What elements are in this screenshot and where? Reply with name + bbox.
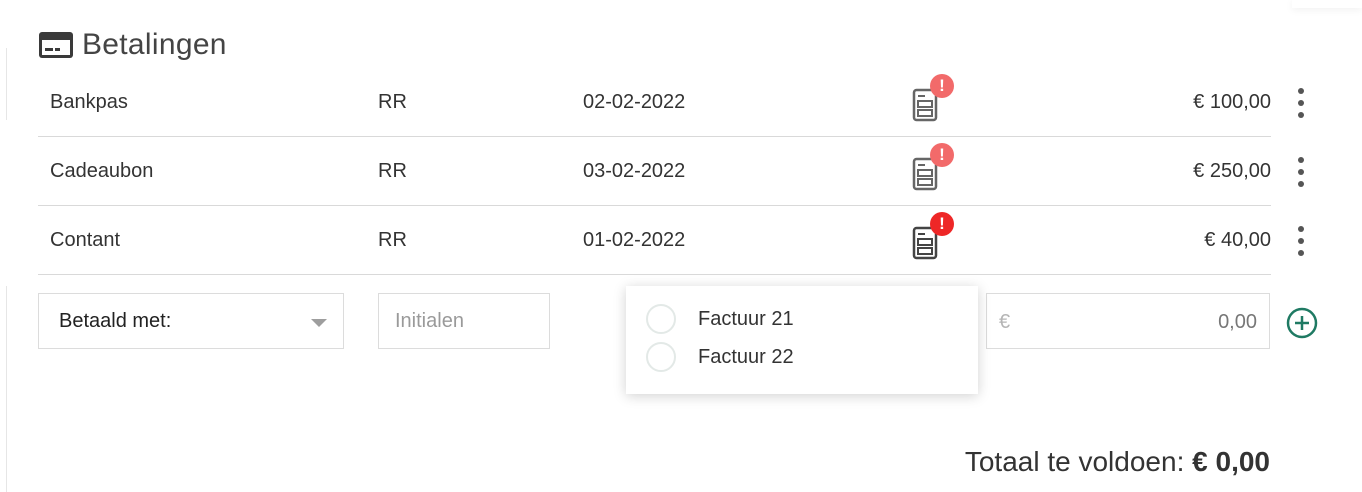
invoice-dropdown: Factuur 21 Factuur 22 bbox=[626, 286, 978, 394]
receipt-button[interactable]: ! bbox=[912, 137, 954, 205]
section-header: Betalingen bbox=[38, 28, 227, 62]
section-title: Betalingen bbox=[82, 28, 227, 61]
payment-amount: € 40,00 bbox=[1204, 228, 1271, 251]
invoice-option-label: Factuur 21 bbox=[698, 307, 794, 330]
left-panel-edge bbox=[0, 48, 7, 120]
row-menu-button[interactable] bbox=[1294, 226, 1308, 256]
credit-card-icon bbox=[39, 32, 73, 58]
receipt-button[interactable]: ! bbox=[912, 68, 954, 136]
payment-date: 02-02-2022 bbox=[583, 90, 686, 113]
payment-date: 01-02-2022 bbox=[583, 228, 686, 251]
initials-input[interactable] bbox=[378, 293, 550, 349]
payment-method: Contant bbox=[50, 228, 121, 251]
payment-row: Bankpas RR 02-02-2022 ! € 100,00 bbox=[38, 68, 1304, 137]
radio-button[interactable] bbox=[646, 342, 676, 372]
payment-method: Bankpas bbox=[50, 90, 128, 113]
payment-method: Cadeaubon bbox=[50, 159, 154, 182]
invoice-option[interactable]: Factuur 22 bbox=[646, 340, 794, 374]
receipt-button[interactable]: ! bbox=[912, 206, 954, 274]
amount-field: € bbox=[986, 293, 1270, 350]
payment-row: Cadeaubon RR 03-02-2022 ! € 250,00 bbox=[38, 137, 1304, 206]
radio-button[interactable] bbox=[646, 304, 676, 334]
payment-row: Contant RR 01-02-2022 ! € 40,00 bbox=[38, 206, 1304, 275]
payment-method-select-label: Betaald met: bbox=[59, 309, 172, 332]
amount-input[interactable] bbox=[1027, 294, 1259, 350]
row-menu-button[interactable] bbox=[1294, 157, 1308, 187]
payments-table: Bankpas RR 02-02-2022 ! € 100,00 Cadeaub… bbox=[38, 68, 1304, 275]
left-panel-edge bbox=[0, 286, 7, 492]
more-vertical-icon bbox=[1298, 226, 1304, 232]
top-right-panel-shadow bbox=[1292, 0, 1362, 8]
invoice-option-label: Factuur 22 bbox=[698, 345, 794, 368]
alert-badge-icon: ! bbox=[930, 74, 954, 98]
payment-initials: RR bbox=[378, 228, 407, 251]
payment-date: 03-02-2022 bbox=[583, 159, 686, 182]
total-label: Totaal te voldoen: bbox=[964, 446, 1185, 477]
payment-amount: € 100,00 bbox=[1193, 90, 1271, 113]
total-value: € 0,00 bbox=[1192, 446, 1270, 477]
alert-badge-icon: ! bbox=[930, 143, 954, 167]
payment-amount: € 250,00 bbox=[1193, 159, 1271, 182]
currency-prefix: € bbox=[999, 311, 1011, 333]
plus-circle-icon[interactable] bbox=[1286, 307, 1318, 339]
payment-initials: RR bbox=[378, 90, 407, 113]
payment-method-select[interactable]: Betaald met: bbox=[38, 293, 344, 349]
alert-badge-icon: ! bbox=[930, 212, 954, 236]
caret-down-icon bbox=[311, 319, 327, 327]
more-vertical-icon bbox=[1298, 88, 1304, 94]
row-menu-button[interactable] bbox=[1294, 88, 1308, 118]
invoice-option[interactable]: Factuur 21 bbox=[646, 302, 794, 336]
total-due: Totaal te voldoen: € 0,00 bbox=[965, 446, 1270, 478]
payment-initials: RR bbox=[378, 159, 407, 182]
more-vertical-icon bbox=[1298, 157, 1304, 163]
